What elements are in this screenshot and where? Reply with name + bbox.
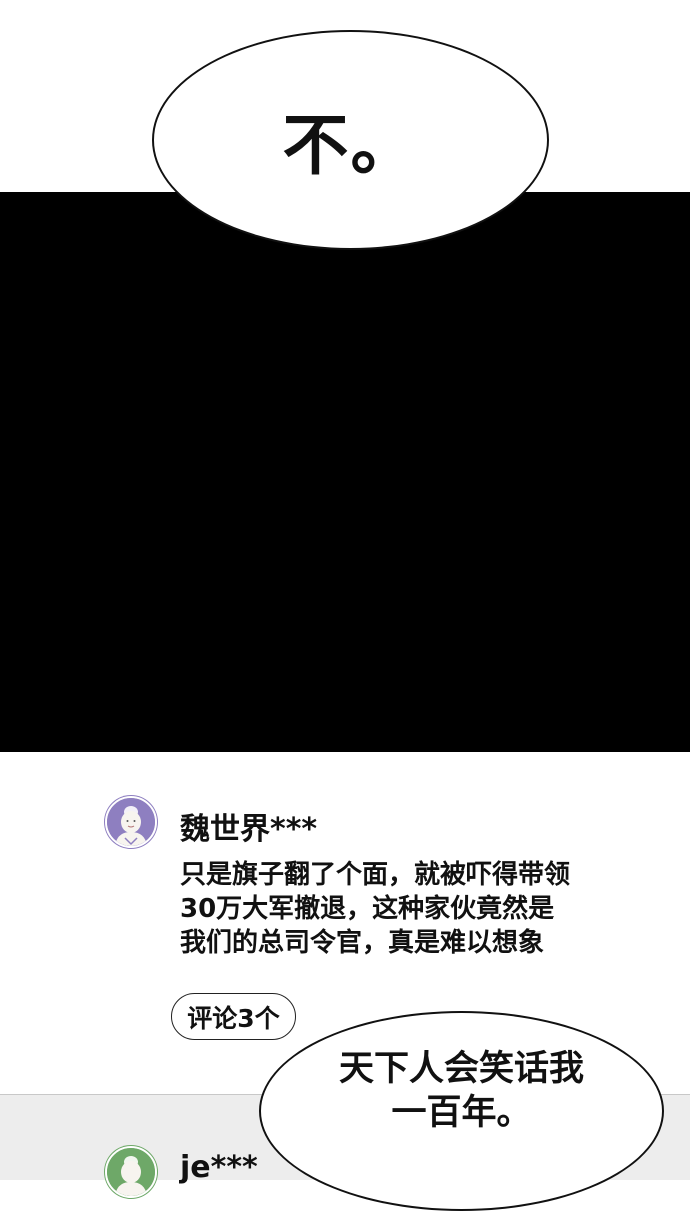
speech-bubble-bottom: 天下人会笑话我 一百年。 [259,1011,664,1211]
comment-body: 只是旗子翻了个面，就被吓得带领 30万大军撤退，这种家伙竟然是 我们的总司令官，… [180,858,650,960]
speech-bubble-bottom-line: 天下人会笑话我 [338,1049,584,1089]
user-avatar-icon [107,1148,155,1196]
avatar[interactable] [105,1146,157,1198]
user-avatar-icon [107,798,155,846]
comment-line: 我们的总司令官，真是难以想象 [180,928,545,958]
speech-bubble-top-text: 不。 [282,107,419,184]
comment-username[interactable]: 魏世界*** [180,804,317,848]
replies-button[interactable]: 评论3个 [171,993,296,1040]
comment-line: 30万大军撤退，这种家伙竟然是 [180,894,555,924]
speech-bubble-bottom-line: 一百年。 [391,1093,532,1133]
comment-line: 只是旗子翻了个面，就被吓得带领 [180,860,571,890]
comic-panel-black [0,192,690,752]
speech-bubble-top: 不。 [152,30,549,250]
avatar[interactable] [105,796,157,848]
